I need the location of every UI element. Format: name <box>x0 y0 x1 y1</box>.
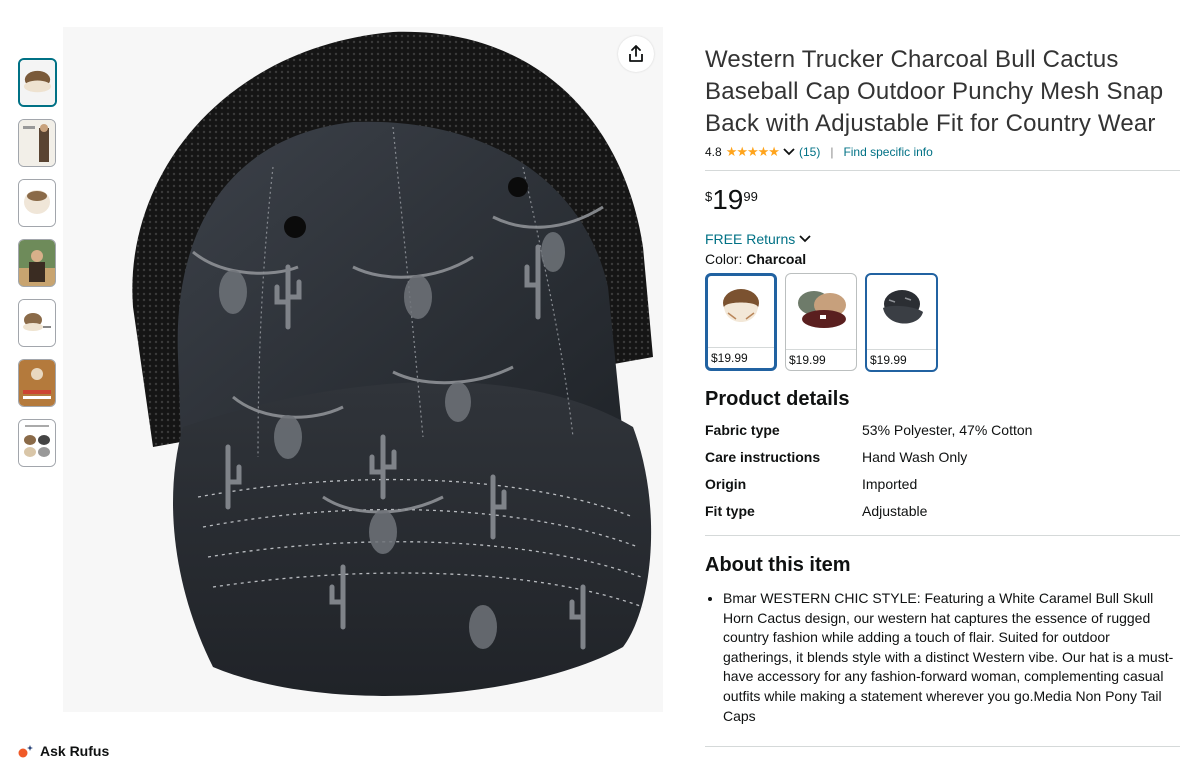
list-item: Bmar WESTERN CHIC STYLE: Featuring a Whi… <box>723 589 1180 726</box>
thumbnail-5[interactable] <box>18 299 56 347</box>
rufus-sparkle-icon <box>18 745 33 758</box>
chevron-down-icon[interactable] <box>783 147 795 157</box>
share-icon <box>629 45 643 62</box>
product-info-panel: Western Trucker Charcoal Bull Cactus Bas… <box>705 44 1180 748</box>
table-row: Fabric type 53% Polyester, 47% Cotton <box>705 421 1032 448</box>
chevron-down-icon <box>799 235 811 243</box>
table-row: Origin Imported <box>705 475 1032 502</box>
swatch-price: $19.99 <box>867 349 936 370</box>
price-fraction: 99 <box>743 189 758 204</box>
detail-value: Adjustable <box>862 502 928 519</box>
detail-key: Care instructions <box>705 448 821 465</box>
ask-rufus-label: Ask Rufus <box>40 743 110 759</box>
product-details-heading: Product details <box>705 388 850 410</box>
divider <box>705 535 1180 536</box>
swatch-price: $19.99 <box>708 347 774 368</box>
thumbnail-4[interactable] <box>18 239 56 287</box>
price-symbol: $ <box>705 189 713 204</box>
rating-row: 4.8 ★★★★★ (15) | Find specific info <box>705 144 1180 160</box>
detail-value: Hand Wash Only <box>862 448 968 465</box>
color-selection-label: Color: Charcoal <box>705 251 1180 267</box>
color-swatches: $19.99 $19.99 $19.99 <box>705 273 1180 372</box>
detail-value: 53% Polyester, 47% Cotton <box>862 421 1033 438</box>
detail-value: Imported <box>862 475 918 492</box>
charcoal-cap-image <box>882 290 923 324</box>
thumbnail-1[interactable] <box>18 58 57 107</box>
free-returns-label: FREE Returns <box>705 231 796 247</box>
swatch-price: $19.99 <box>786 349 856 370</box>
product-title: Western Trucker Charcoal Bull Cactus Bas… <box>705 46 1164 137</box>
thumbnail-7[interactable] <box>18 419 56 467</box>
review-count-link[interactable]: (15) <box>799 145 820 159</box>
divider <box>705 170 1180 171</box>
thumbnail-2[interactable] <box>18 119 56 167</box>
find-specific-info-link[interactable]: Find specific info <box>843 145 932 159</box>
about-this-item-heading: About this item <box>705 554 851 576</box>
price: $ 19 99 <box>705 183 1180 217</box>
detail-key: Origin <box>705 475 747 492</box>
product-details-table: Fabric type 53% Polyester, 47% Cotton Ca… <box>705 421 1032 529</box>
color-value: Charcoal <box>746 251 807 267</box>
cream-cap-image <box>723 289 759 322</box>
table-row: Fit type Adjustable <box>705 502 1032 529</box>
about-bullet-list: Bmar WESTERN CHIC STYLE: Featuring a Whi… <box>705 589 1180 726</box>
star-rating-icon[interactable]: ★★★★★ <box>726 144 780 160</box>
separator: | <box>830 145 834 159</box>
rating-value: 4.8 <box>705 145 722 159</box>
price-whole: 19 <box>712 184 744 215</box>
ask-rufus-button[interactable]: Ask Rufus <box>18 743 109 759</box>
thumbnail-strip <box>18 58 58 479</box>
thumbnail-3[interactable] <box>18 179 56 227</box>
swatch-multi[interactable]: $19.99 <box>785 273 857 371</box>
thumbnail-6[interactable] <box>18 359 56 407</box>
swatch-cream[interactable]: $19.99 <box>705 273 777 371</box>
color-label: Color: <box>705 251 743 267</box>
swatch-charcoal[interactable]: $19.99 <box>865 273 938 372</box>
detail-key: Fabric type <box>705 421 780 438</box>
divider <box>705 746 1180 748</box>
share-button[interactable] <box>618 36 654 72</box>
main-product-image[interactable] <box>63 27 663 712</box>
two-caps-image <box>798 291 846 328</box>
detail-key: Fit type <box>705 502 755 519</box>
free-returns-link[interactable]: FREE Returns <box>705 231 1180 247</box>
table-row: Care instructions Hand Wash Only <box>705 448 1032 475</box>
